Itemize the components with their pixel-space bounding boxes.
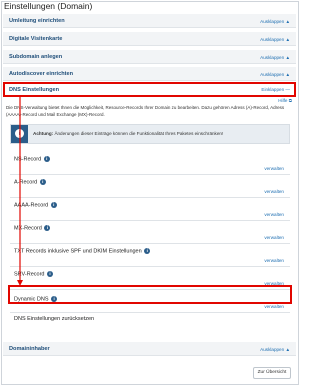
expand-link[interactable]: Ausklappen ▲ [260,347,290,352]
overview-button[interactable]: Zur Übersicht [253,367,291,379]
highlight-connector-arrow [17,97,23,286]
section-domaininhaber[interactable]: Domaininhaber Ausklappen ▲ [3,342,296,356]
up-arrow-icon: ▲ [285,347,290,352]
section-label: Domaininhaber [9,346,50,352]
